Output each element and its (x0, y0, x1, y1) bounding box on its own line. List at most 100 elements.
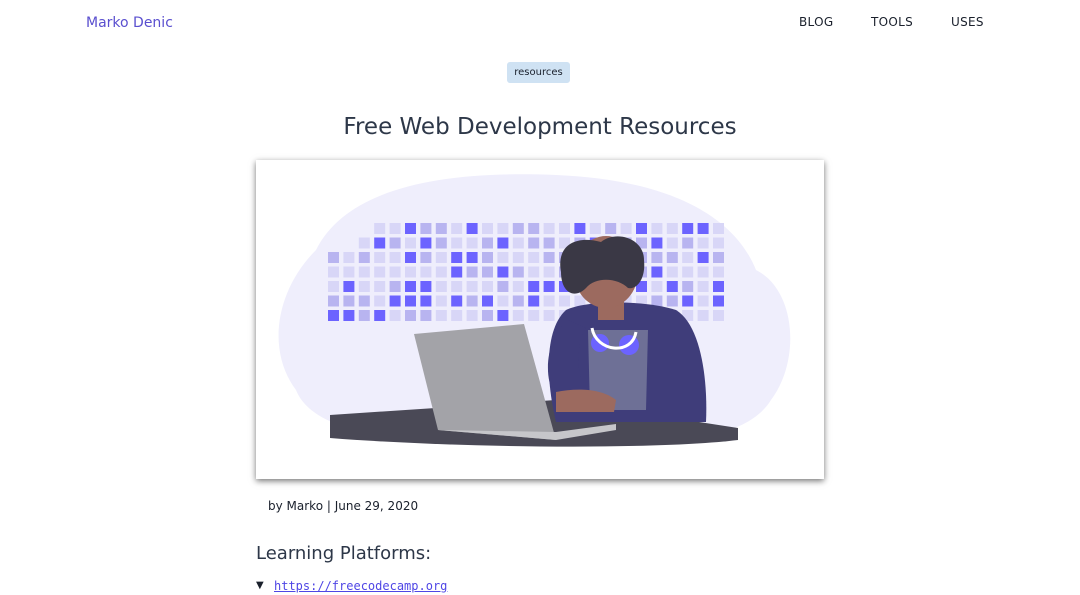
grid-tile (389, 223, 401, 234)
grid-tile (435, 310, 447, 321)
grid-tile (651, 223, 663, 234)
grid-tile (374, 295, 386, 307)
grid-tile (605, 223, 617, 234)
grid-tile (451, 223, 463, 234)
freecodecamp-link[interactable]: https://freecodecamp.org (274, 579, 447, 593)
grid-tile (497, 266, 509, 278)
grid-tile (697, 281, 709, 292)
grid-tile (497, 252, 509, 263)
grid-tile (512, 266, 524, 278)
grid-tile (666, 223, 678, 234)
grid-tile (497, 281, 509, 292)
post-byline: by Marko | June 29, 2020 (268, 499, 419, 513)
grid-tile (528, 281, 540, 292)
grid-tile (328, 295, 339, 307)
grid-tile (466, 252, 478, 263)
grid-tile (482, 295, 493, 307)
grid-tile (713, 310, 724, 321)
grid-tile (389, 252, 401, 263)
grid-tile (358, 295, 370, 307)
grid-tile (651, 237, 663, 249)
grid-tile (435, 237, 447, 249)
grid-tile (512, 281, 524, 292)
grid-tile (697, 310, 709, 321)
grid-tile (512, 223, 524, 234)
grid-tile (528, 237, 540, 249)
grid-tile (543, 252, 555, 263)
disclosure-triangle-icon[interactable]: ▼ (256, 580, 264, 591)
grid-tile (713, 295, 724, 307)
grid-tile (343, 252, 355, 263)
grid-tile (682, 266, 694, 278)
grid-tile (466, 223, 478, 234)
grid-tile (405, 310, 416, 321)
grid-tile (405, 281, 416, 292)
grid-tile (435, 252, 447, 263)
grid-tile (512, 252, 524, 263)
grid-tile (697, 223, 709, 234)
grid-tile (389, 266, 401, 278)
grid-tile (528, 223, 540, 234)
grid-tile (666, 266, 678, 278)
grid-tile (466, 237, 478, 249)
tag-badge[interactable]: resources (507, 62, 570, 83)
grid-tile (697, 266, 709, 278)
nav-blog-link[interactable]: BLOG (799, 15, 833, 29)
grid-tile (451, 310, 463, 321)
grid-tile (482, 252, 493, 263)
grid-tile (420, 281, 432, 292)
grid-tile (420, 252, 432, 263)
grid-tile (589, 223, 601, 234)
grid-tile (713, 266, 724, 278)
grid-tile (482, 266, 493, 278)
grid-tile (405, 237, 416, 249)
grid-tile (435, 281, 447, 292)
nav-tools-link[interactable]: TOOLS (871, 15, 913, 29)
grid-tile (482, 310, 493, 321)
developer-illustration (278, 174, 791, 447)
grid-tile (512, 310, 524, 321)
grid-tile (574, 223, 586, 234)
grid-tile (328, 252, 339, 263)
hero-image (256, 160, 824, 479)
grid-tile (559, 295, 570, 307)
grid-tile (666, 295, 678, 307)
grid-tile (358, 281, 370, 292)
grid-tile (420, 295, 432, 307)
grid-tile (358, 266, 370, 278)
grid-tile (682, 223, 694, 234)
grid-tile (343, 295, 355, 307)
grid-tile (528, 266, 540, 278)
grid-tile (682, 237, 694, 249)
grid-tile (713, 252, 724, 263)
grid-tile (543, 223, 555, 234)
grid-tile (343, 281, 355, 292)
grid-tile (328, 266, 339, 278)
grid-tile (389, 281, 401, 292)
post-title: Free Web Development Resources (343, 114, 737, 140)
grid-tile (666, 281, 678, 292)
grid-tile (697, 237, 709, 249)
grid-tile (543, 281, 555, 292)
grid-tile (543, 295, 555, 307)
nav-uses-link[interactable]: USES (951, 15, 984, 29)
grid-tile (374, 266, 386, 278)
grid-tile (651, 252, 663, 263)
grid-tile (636, 223, 647, 234)
section-heading: Learning Platforms: (256, 543, 432, 564)
grid-tile (528, 252, 540, 263)
grid-tile (466, 310, 478, 321)
grid-tile (497, 223, 509, 234)
grid-tile (451, 237, 463, 249)
grid-tile (405, 223, 416, 234)
grid-tile (389, 295, 401, 307)
grid-tile (666, 252, 678, 263)
grid-tile (651, 266, 663, 278)
grid-tile (420, 237, 432, 249)
grid-tile (343, 310, 355, 321)
grid-tile (497, 237, 509, 249)
grid-tile (420, 223, 432, 234)
grid-tile (451, 266, 463, 278)
grid-tile (374, 281, 386, 292)
grid-tile (697, 295, 709, 307)
